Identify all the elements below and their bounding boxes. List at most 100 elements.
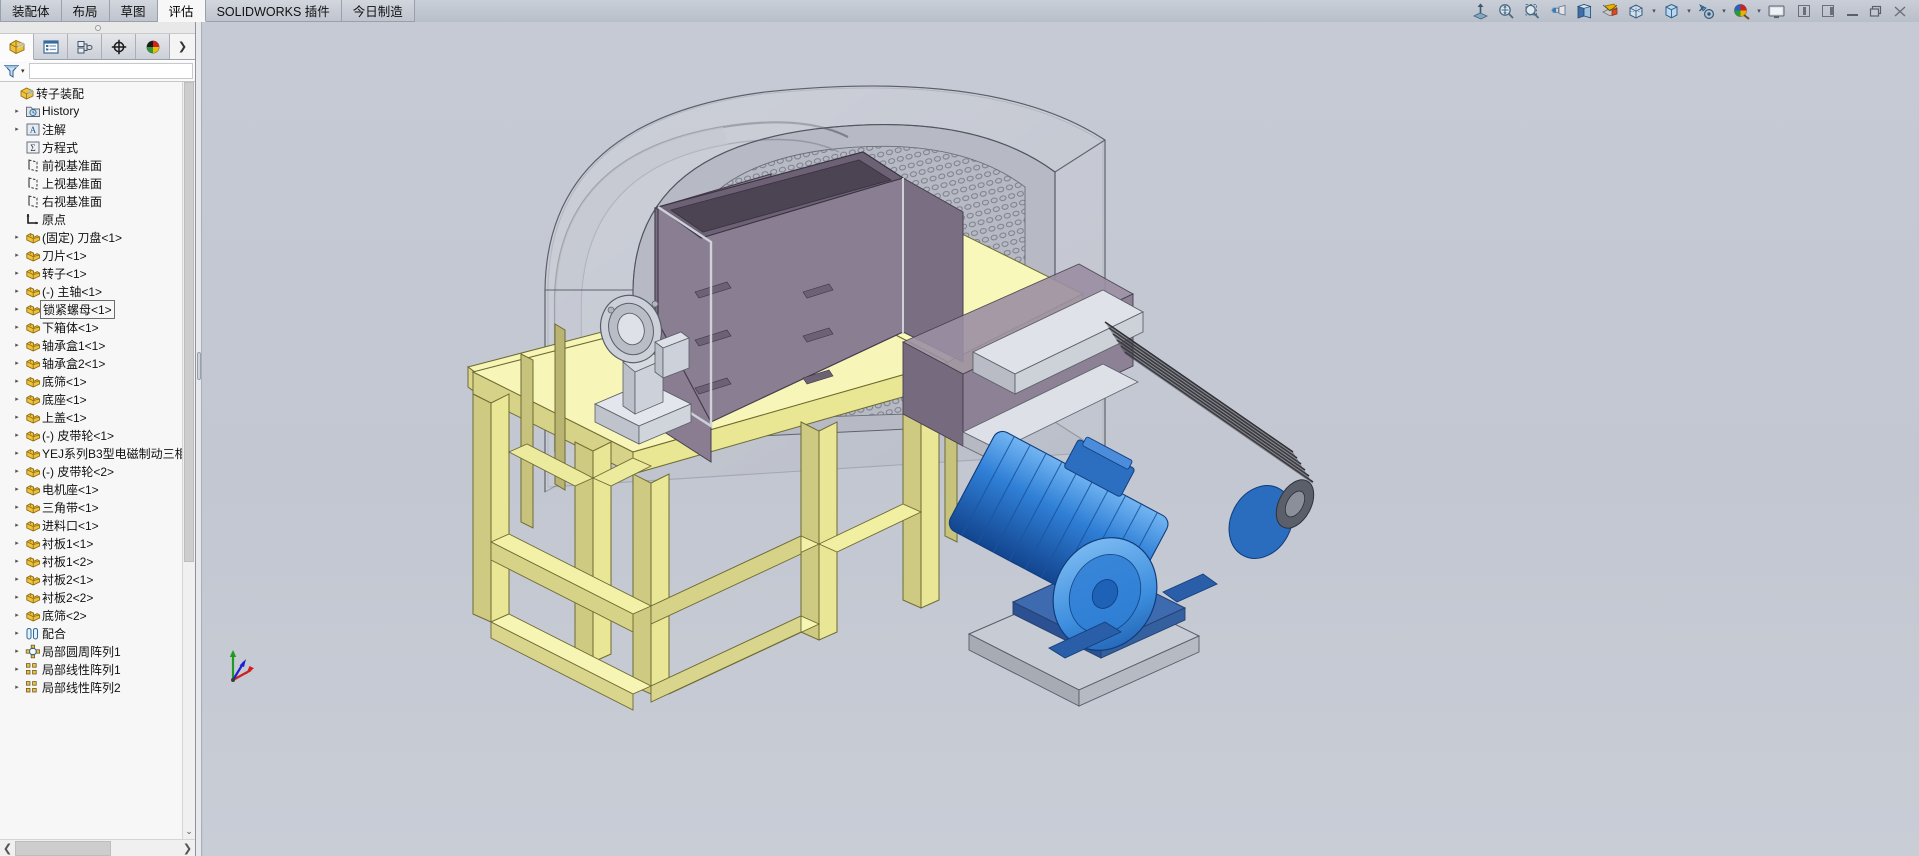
- tree-expand-arrow[interactable]: ▸: [10, 341, 24, 349]
- tree-expand-arrow[interactable]: ▸: [10, 629, 24, 637]
- panel-splitter[interactable]: [196, 22, 202, 856]
- tree-expand-arrow[interactable]: ▸: [10, 593, 24, 601]
- panel-drag-grip[interactable]: [0, 22, 195, 34]
- more-tabs-button[interactable]: ❯: [170, 34, 195, 59]
- tree-expand-arrow[interactable]: ▸: [10, 539, 24, 547]
- tree-expand-arrow[interactable]: ▸: [10, 611, 24, 619]
- tree-expand-arrow[interactable]: ▸: [10, 125, 24, 133]
- tree-expand-arrow[interactable]: ▸: [10, 287, 24, 295]
- apply-scene-caret-icon[interactable]: ▾: [1755, 1, 1763, 22]
- tree-expand-arrow[interactable]: ▸: [10, 305, 24, 313]
- tab-mbd[interactable]: 今日制造: [341, 0, 415, 22]
- tree-item[interactable]: ▸ 底座<1>: [0, 390, 195, 408]
- tree-item[interactable]: ▸ 转子<1>: [0, 264, 195, 282]
- display-manager-tab[interactable]: [136, 34, 170, 59]
- tree-horizontal-scrollbar[interactable]: ❮ ❯: [0, 839, 195, 856]
- tree-item[interactable]: ▸ (固定) 刀盘<1>: [0, 228, 195, 246]
- tab-assembly[interactable]: 装配体: [0, 0, 62, 22]
- hide-show-items-caret-icon[interactable]: ▾: [1685, 1, 1693, 22]
- tree-item[interactable]: ▸ 衬板2<1>: [0, 570, 195, 588]
- tree-expand-arrow[interactable]: ▸: [10, 269, 24, 277]
- tab-sketch[interactable]: 草图: [109, 0, 158, 22]
- viewport-layout-icon[interactable]: [1764, 1, 1789, 22]
- tree-item[interactable]: ▸ Σ 方程式: [0, 138, 195, 156]
- filter-caret-icon[interactable]: ▾: [21, 67, 25, 75]
- tree-expand-arrow[interactable]: ▸: [10, 413, 24, 421]
- zoom-to-area-icon[interactable]: [1520, 1, 1545, 22]
- tree-item[interactable]: ▸ 下箱体<1>: [0, 318, 195, 336]
- tree-scroll-down-button[interactable]: ⌄: [183, 823, 195, 839]
- tree-expand-arrow[interactable]: ▸: [10, 467, 24, 475]
- tree-item[interactable]: ▸ YEJ系列B3型电磁制动三相异步电: [0, 444, 195, 462]
- minimize-icon[interactable]: [1841, 1, 1863, 21]
- edit-appearance-icon[interactable]: [1694, 1, 1719, 22]
- tree-item[interactable]: ▸ 电机座<1>: [0, 480, 195, 498]
- tree-item[interactable]: ▸ 衬板1<1>: [0, 534, 195, 552]
- section-view-icon[interactable]: [1572, 1, 1597, 22]
- feature-tree[interactable]: ▸ 转子装配 ▸ History ▸ A 注解 ▸ Σ 方程式 ▸ 前视基准面 ▸ 上视基准面 ▸ 右视基…: [0, 82, 195, 839]
- tree-item[interactable]: ▸ 锁紧螺母<1>: [0, 299, 195, 319]
- tree-root-assembly[interactable]: ▸ 转子装配: [0, 84, 195, 102]
- tree-item[interactable]: ▸ 局部线性阵列1: [0, 660, 195, 678]
- tree-item[interactable]: ▸ (-) 皮带轮<2>: [0, 462, 195, 480]
- tree-expand-arrow[interactable]: ▸: [10, 683, 24, 691]
- configuration-manager-tab[interactable]: [68, 34, 102, 59]
- tree-item[interactable]: ▸ 衬板1<2>: [0, 552, 195, 570]
- tree-expand-arrow[interactable]: ▸: [10, 557, 24, 565]
- dimxpert-manager-tab[interactable]: [102, 34, 136, 59]
- tab-layout[interactable]: 布局: [61, 0, 110, 22]
- tree-hscroll-track[interactable]: [15, 840, 180, 856]
- filter-input[interactable]: [28, 63, 193, 79]
- tree-item[interactable]: ▸ 前视基准面: [0, 156, 195, 174]
- tree-item[interactable]: ▸ 局部圆周阵列1: [0, 642, 195, 660]
- tree-item[interactable]: ▸ 进料口<1>: [0, 516, 195, 534]
- zoom-to-fit-icon[interactable]: [1468, 1, 1493, 22]
- tree-item[interactable]: ▸ 右视基准面: [0, 192, 195, 210]
- tree-item[interactable]: ▸ 刀片<1>: [0, 246, 195, 264]
- display-style-caret-icon[interactable]: ▾: [1650, 1, 1658, 22]
- tree-item[interactable]: ▸ 配合: [0, 624, 195, 642]
- tree-expand-arrow[interactable]: ▸: [10, 449, 24, 457]
- tree-expand-arrow[interactable]: ▸: [10, 665, 24, 673]
- tree-item[interactable]: ▸ 底筛<1>: [0, 372, 195, 390]
- display-style-icon[interactable]: [1624, 1, 1649, 22]
- tree-item[interactable]: ▸ 轴承盒2<1>: [0, 354, 195, 372]
- filter-funnel-icon[interactable]: [3, 63, 20, 79]
- tree-scroll-right-button[interactable]: ❯: [180, 841, 195, 856]
- tree-item[interactable]: ▸ (-) 皮带轮<1>: [0, 426, 195, 444]
- previous-view-icon[interactable]: [1546, 1, 1571, 22]
- tree-expand-arrow[interactable]: ▸: [10, 377, 24, 385]
- graphics-viewport[interactable]: [203, 22, 1919, 856]
- tree-item[interactable]: ▸ 原点: [0, 210, 195, 228]
- apply-scene-icon[interactable]: [1729, 1, 1754, 22]
- restore-left-icon[interactable]: [1793, 1, 1815, 21]
- tree-expand-arrow[interactable]: ▸: [10, 575, 24, 583]
- tree-expand-arrow[interactable]: ▸: [10, 323, 24, 331]
- tree-expand-arrow[interactable]: ▸: [10, 431, 24, 439]
- tree-expand-arrow[interactable]: ▸: [10, 521, 24, 529]
- tree-vertical-scrollbar[interactable]: ⌄: [182, 82, 195, 839]
- tree-expand-arrow[interactable]: ▸: [10, 233, 24, 241]
- tree-item[interactable]: ▸ (-) 主轴<1>: [0, 282, 195, 300]
- tree-item[interactable]: ▸ 衬板2<2>: [0, 588, 195, 606]
- tree-expand-arrow[interactable]: ▸: [10, 359, 24, 367]
- property-manager-tab[interactable]: [34, 34, 68, 59]
- tree-expand-arrow[interactable]: ▸: [10, 647, 24, 655]
- restore-right-icon[interactable]: [1817, 1, 1839, 21]
- tree-scroll-thumb[interactable]: [184, 82, 194, 562]
- tab-solidworks-addins[interactable]: SOLIDWORKS 插件: [205, 0, 342, 22]
- tree-hscroll-thumb[interactable]: [15, 840, 111, 856]
- tree-item[interactable]: ▸ History: [0, 102, 195, 120]
- tree-expand-arrow[interactable]: ▸: [10, 395, 24, 403]
- restore-window-icon[interactable]: [1865, 1, 1887, 21]
- tree-expand-arrow[interactable]: ▸: [10, 107, 24, 115]
- tree-expand-arrow[interactable]: ▸: [10, 251, 24, 259]
- tree-expand-arrow[interactable]: ▸: [10, 503, 24, 511]
- zoom-in-out-icon[interactable]: [1494, 1, 1519, 22]
- panel-splitter-grip[interactable]: [197, 352, 201, 380]
- close-icon[interactable]: [1889, 1, 1911, 21]
- tree-item[interactable]: ▸ A 注解: [0, 120, 195, 138]
- tree-item[interactable]: ▸ 三角带<1>: [0, 498, 195, 516]
- tree-item[interactable]: ▸ 上视基准面: [0, 174, 195, 192]
- tree-expand-arrow[interactable]: ▸: [10, 485, 24, 493]
